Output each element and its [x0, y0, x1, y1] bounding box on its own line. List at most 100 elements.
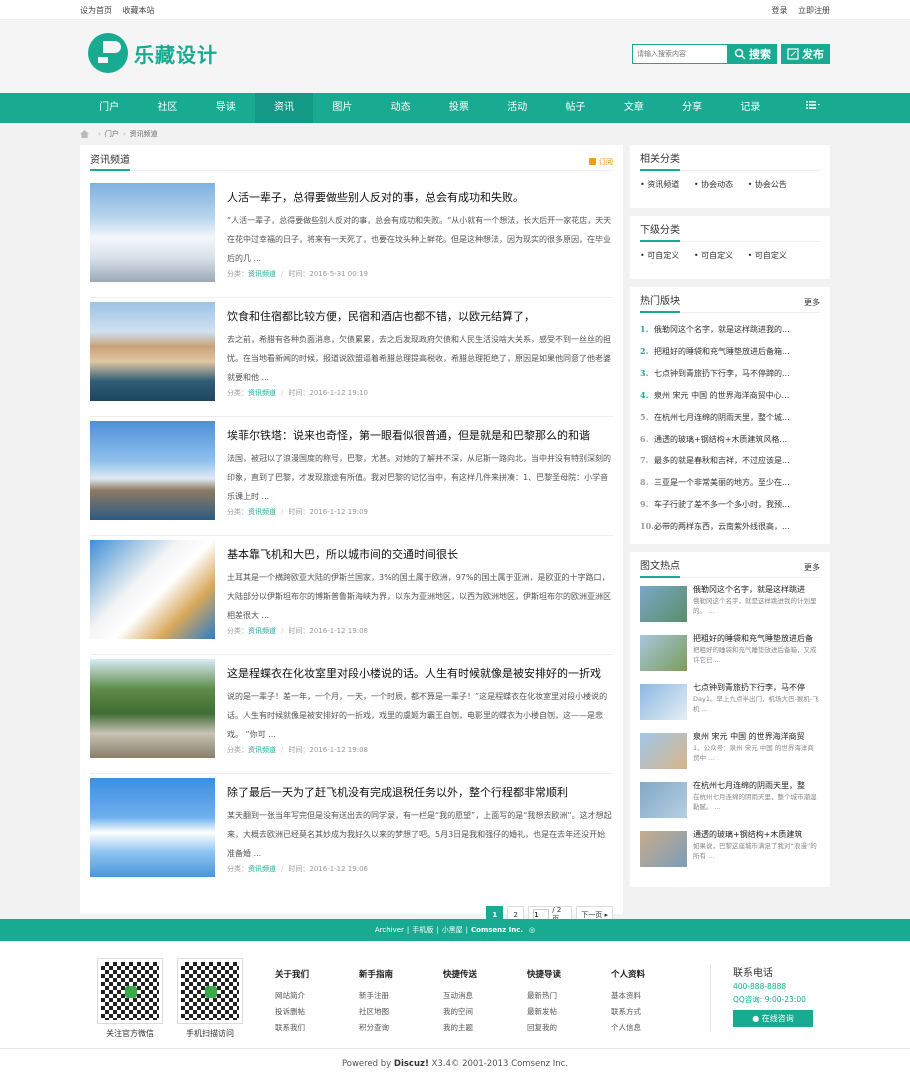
- hot-forum-item[interactable]: 5. 在杭州七月连绵的阴雨天里，整个城...: [640, 407, 820, 429]
- company-link[interactable]: Comsenz Inc.: [471, 926, 523, 934]
- footer-column-title: 个人资料: [611, 970, 646, 980]
- online-consult-button[interactable]: ● 在线咨询: [733, 1010, 813, 1027]
- footer-link[interactable]: 网站简介: [275, 988, 309, 1004]
- hot-forum-item[interactable]: 3. 七点钟到青旅扔下行李，马不停蹄的...: [640, 363, 820, 385]
- pic-hot-item[interactable]: 在杭州七月连绵的阴雨天里，整 在杭州七月连绵的阴雨天里，整个城市潮湿黏腻。 ..…: [640, 780, 820, 829]
- article-category-link[interactable]: 资讯频道: [248, 389, 276, 397]
- footer-link[interactable]: 最新发帖: [527, 1004, 561, 1020]
- footer-column-title: 新手指南: [359, 970, 394, 980]
- article-category-link[interactable]: 资讯频道: [248, 865, 276, 873]
- site-logo[interactable]: 乐藏设计: [88, 33, 218, 73]
- footer-link[interactable]: 基本资料: [611, 988, 645, 1004]
- footer-link[interactable]: 我的主题: [443, 1020, 477, 1036]
- rss-subscribe-link[interactable]: 订阅: [589, 157, 613, 167]
- hot-forum-item[interactable]: 1. 俄勒冈这个名字，就是这样跳进我的...: [640, 319, 820, 341]
- hot-forum-item[interactable]: 8. 三亚是一个非常美丽的地方。至少在...: [640, 472, 820, 494]
- bookmark-link[interactable]: 收藏本站: [123, 6, 155, 15]
- article-item: 这是程蝶衣在化妆室里对段小楼说的话。人生有时候就像是被安排好的一折戏 说的是一辈…: [90, 655, 613, 774]
- article-title[interactable]: 饮食和住宿都比较方便，民宿和酒店也都不错，以欧元结算了，: [227, 308, 613, 324]
- hot-forums-more-link[interactable]: 更多: [804, 297, 820, 308]
- article-thumbnail[interactable]: [90, 302, 215, 401]
- footer-link[interactable]: 新手注册: [359, 988, 393, 1004]
- article-category-link[interactable]: 资讯频道: [248, 270, 276, 278]
- nav-item-vote[interactable]: 投票: [430, 93, 488, 123]
- pic-hot-item[interactable]: 通透的玻璃+钢结构+木质建筑 如果说，巴黎这座城市满足了我对“浪漫”的所有 ..…: [640, 829, 820, 878]
- blackroom-link[interactable]: 小黑屋: [442, 925, 463, 935]
- related-link[interactable]: • 协会公告: [748, 180, 793, 189]
- article-category-link[interactable]: 资讯频道: [248, 508, 276, 516]
- pic-hot-item[interactable]: 七点钟到青旅扔下行李，马不停 Day1。早上九点半出门，机场大巴-猴机-飞机 .…: [640, 682, 820, 731]
- article-thumbnail[interactable]: [90, 183, 215, 282]
- article-category-link[interactable]: 资讯频道: [248, 627, 276, 635]
- breadcrumb-current[interactable]: 资讯频道: [130, 129, 158, 139]
- article-category-link[interactable]: 资讯频道: [248, 746, 276, 754]
- footer-link[interactable]: 联系我们: [275, 1020, 309, 1036]
- related-categories-box: 相关分类 • 资讯频道 • 协会动态 • 协会公告: [630, 145, 830, 208]
- pic-hot-item[interactable]: 俄勒冈这个名字，就是这样跳进 俄勒冈这个名字，就是这样跳进我的计划里的。 ...: [640, 584, 820, 633]
- nav-item-community[interactable]: 社区: [138, 93, 196, 123]
- nav-item-news[interactable]: 资讯: [254, 93, 314, 123]
- nav-item-feed[interactable]: 动态: [371, 93, 429, 123]
- pic-hot-more-link[interactable]: 更多: [804, 562, 820, 573]
- post-button[interactable]: 发布: [781, 44, 830, 64]
- related-link[interactable]: • 资讯频道: [640, 180, 685, 189]
- search-button-label: 搜索: [749, 48, 771, 61]
- register-link[interactable]: 立即注册: [798, 6, 830, 15]
- pic-hot-item[interactable]: 把粗好的睡袋和充气睡垫放进后备 把粗好的睡袋和充气睡垫放进后备箱，又成许它已 .…: [640, 633, 820, 682]
- hot-forum-item[interactable]: 7. 最多的就是春秋和吉祥，不过应该是...: [640, 450, 820, 472]
- mobile-link[interactable]: 手机版: [412, 925, 433, 935]
- hot-forum-item[interactable]: 9. 车子行驶了差不多一个多小时，我预...: [640, 494, 820, 516]
- article-title[interactable]: 基本靠飞机和大巴，所以城市间的交通时间很长: [227, 546, 613, 562]
- footer-link[interactable]: 投诉删帖: [275, 1004, 309, 1020]
- article-title[interactable]: 这是程蝶衣在化妆室里对段小楼说的话。人生有时候就像是被安排好的一折戏: [227, 665, 613, 681]
- nav-menu-button[interactable]: [780, 93, 830, 123]
- hot-forum-text: 三亚是一个非常美丽的地方。至少在...: [654, 478, 790, 488]
- login-link[interactable]: 登录: [771, 6, 787, 15]
- pic-hot-box: 图文热点 更多 俄勒冈这个名字，就是这样跳进 俄勒冈这个名字，就是这样跳进我的计…: [630, 552, 830, 887]
- footer-link[interactable]: 最新热门: [527, 988, 561, 1004]
- search-input[interactable]: [632, 44, 728, 64]
- article-title[interactable]: 人活一辈子，总得要做些别人反对的事，总会有成功和失败。: [227, 189, 613, 205]
- set-home-link[interactable]: 设为首页: [80, 6, 112, 15]
- footer-link[interactable]: 回复我的: [527, 1020, 561, 1036]
- nav-item-portal[interactable]: 门户: [80, 93, 138, 123]
- nav-item-articles[interactable]: 文章: [605, 93, 663, 123]
- article-thumbnail[interactable]: [90, 778, 215, 877]
- article-thumbnail[interactable]: [90, 540, 215, 639]
- article-thumbnail[interactable]: [90, 421, 215, 520]
- nav-item-guide[interactable]: 导读: [197, 93, 255, 123]
- sub-link[interactable]: • 可自定义: [694, 251, 739, 260]
- article-thumbnail[interactable]: [90, 659, 215, 758]
- nav-item-records[interactable]: 记录: [721, 93, 779, 123]
- hot-forum-text: 俄勒冈这个名字，就是这样跳进我的...: [654, 325, 790, 334]
- hot-forum-text: 把粗好的睡袋和充气睡垫放进后备箱...: [654, 346, 790, 356]
- hot-forum-item[interactable]: 6. 通透的玻璃+钢结构+木质建筑风格...: [640, 429, 820, 451]
- footer-link[interactable]: 社区地图: [359, 1004, 393, 1020]
- nav-item-events[interactable]: 活动: [488, 93, 546, 123]
- search-button[interactable]: 搜索: [728, 44, 777, 64]
- archiver-link[interactable]: Archiver: [375, 926, 404, 934]
- article-time: 2016-1-12 19:08: [309, 746, 368, 754]
- footer-link[interactable]: 联系方式: [611, 1004, 645, 1020]
- hot-forum-item[interactable]: 10. 必带的两样东西，云南紫外线很高，...: [640, 516, 820, 538]
- hot-forum-item[interactable]: 2. 把粗好的睡袋和充气睡垫放进后备箱...: [640, 341, 820, 363]
- sub-link[interactable]: • 可自定义: [748, 251, 793, 260]
- article-title[interactable]: 除了最后一天为了赶飞机没有完成退税任务以外，整个行程都非常顺利: [227, 784, 613, 800]
- contact-qq-hours: QQ咨询: 9:00-23:00: [733, 995, 806, 1004]
- nav-item-pictures[interactable]: 图片: [313, 93, 371, 123]
- home-icon[interactable]: [80, 130, 89, 138]
- hot-forum-item[interactable]: 4. 泉州 宋元 中国 的世界海洋商贸中心...: [640, 385, 820, 407]
- sidebar: 相关分类 • 资讯频道 • 协会动态 • 协会公告 下级分类 • 可自定义 • …: [630, 145, 830, 914]
- related-link[interactable]: • 协会动态: [694, 180, 739, 189]
- footer-link[interactable]: 我的空间: [443, 1004, 477, 1020]
- sub-link[interactable]: • 可自定义: [640, 251, 685, 260]
- footer-link[interactable]: 积分查询: [359, 1020, 393, 1036]
- discuz-link[interactable]: Discuz!: [394, 1059, 429, 1069]
- footer-link[interactable]: 个人信息: [611, 1020, 645, 1036]
- pic-hot-item[interactable]: 泉州 宋元 中国 的世界海洋商贸 1、公众号：泉州 宋元 中国 的世界海洋商贸中…: [640, 731, 820, 780]
- footer-link[interactable]: 互动消息: [443, 988, 477, 1004]
- nav-item-posts[interactable]: 帖子: [546, 93, 604, 123]
- nav-item-share[interactable]: 分享: [663, 93, 721, 123]
- breadcrumb-portal[interactable]: 门户: [105, 129, 119, 139]
- article-title[interactable]: 埃菲尔铁塔：说来也奇怪，第一眼看似很普通，但是就是和巴黎那么的和谐: [227, 427, 613, 443]
